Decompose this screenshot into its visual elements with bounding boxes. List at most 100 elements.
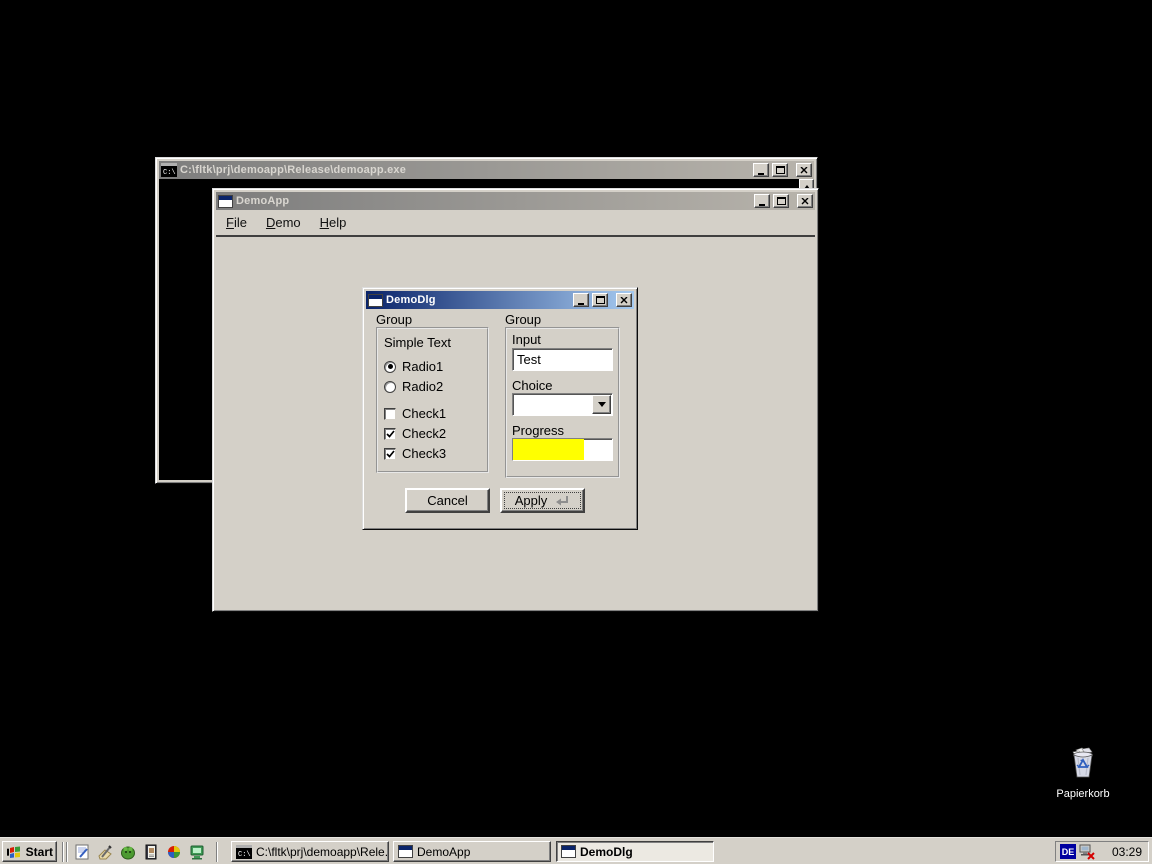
notepad-pen-icon[interactable] (71, 841, 92, 862)
quick-launch-bar (71, 841, 207, 862)
windows-logo-icon (6, 845, 22, 859)
apply-button[interactable]: Apply (500, 488, 585, 513)
svg-text:C:\: C:\ (163, 169, 176, 177)
console-titlebar[interactable]: C:\ C:\fltk\prj\demoapp\Release\demoapp.… (159, 161, 814, 179)
choice-dropdown[interactable] (512, 393, 613, 416)
task-button-console[interactable]: C:\ C:\fltk\prj\demoapp\Rele... (231, 841, 389, 862)
right-group-label: Group (505, 312, 541, 327)
window-icon (561, 845, 576, 858)
taskbar-divider (216, 842, 218, 862)
demoapp-maximize-button[interactable] (773, 194, 789, 208)
radio-radio2[interactable]: Radio2 (384, 379, 443, 394)
terminal-monitor-icon[interactable] (186, 841, 207, 862)
demoapp-title: DemoApp (236, 195, 751, 207)
system-tray: DE 03:29 (1055, 841, 1149, 862)
console-icon: C:\ (161, 163, 177, 177)
left-group-label: Group (376, 312, 412, 327)
keyboard-layout-indicator[interactable]: DE (1060, 844, 1076, 859)
close-icon (801, 198, 809, 205)
start-button[interactable]: Start (2, 841, 57, 862)
left-groupbox: Simple Text Radio1 Radio2 Check1 Check2 (376, 327, 489, 473)
checkbox-check1[interactable]: Check1 (384, 406, 446, 421)
radio-dot-1 (388, 364, 393, 369)
simple-text-label: Simple Text (384, 335, 451, 350)
menu-item-file[interactable]: File (226, 215, 247, 230)
choice-arrow-button[interactable] (592, 395, 611, 414)
color-ball-icon[interactable] (163, 841, 184, 862)
choice-value (513, 395, 516, 410)
menu-item-demo[interactable]: Demo (266, 215, 301, 230)
window-icon (368, 294, 383, 307)
recycle-bin-label: Papierkorb (1049, 788, 1117, 800)
right-groupbox: Input Choice Progress (505, 327, 620, 478)
demodlg-close-button[interactable] (616, 293, 632, 307)
apply-button-label: Apply (515, 493, 548, 508)
radio-icon (384, 381, 396, 393)
radio-icon (384, 361, 396, 373)
checkbox-check3[interactable]: Check3 (384, 446, 446, 461)
demodlg-title: DemoDlg (386, 294, 570, 306)
quick-launch-handle[interactable] (66, 842, 68, 862)
radio2-label: Radio2 (402, 379, 443, 394)
svg-text:C:\: C:\ (238, 851, 251, 859)
close-icon (800, 167, 808, 174)
green-creature-icon[interactable] (117, 841, 138, 862)
recycle-bin-icon (1066, 746, 1100, 780)
demoapp-menubar: File Demo Help (216, 210, 815, 237)
check-mark-3 (386, 450, 395, 458)
maximize-icon (776, 166, 785, 174)
desktop: { "desktop": { "background": "#000000", … (0, 0, 1152, 864)
check-mark-2 (386, 430, 395, 438)
maximize-icon (596, 296, 605, 304)
task-button-demodlg[interactable]: DemoDlg (556, 841, 714, 862)
console-close-button[interactable] (796, 163, 812, 177)
checkbox-icon (384, 408, 396, 420)
input-label: Input (512, 332, 541, 347)
task-label: DemoDlg (580, 845, 633, 859)
checkbox-icon (384, 428, 396, 440)
progress-label: Progress (512, 423, 564, 438)
radio1-label: Radio1 (402, 359, 443, 374)
minimize-icon (759, 204, 765, 206)
minimize-icon (758, 173, 764, 175)
address-book-icon[interactable] (140, 841, 161, 862)
check3-label: Check3 (402, 446, 446, 461)
demoapp-titlebar[interactable]: DemoApp (216, 192, 815, 210)
demoapp-minimize-button[interactable] (754, 194, 770, 208)
taskbar-clock: 03:29 (1112, 845, 1144, 859)
start-label: Start (26, 845, 53, 859)
console-maximize-button[interactable] (772, 163, 788, 177)
console-minimize-button[interactable] (753, 163, 769, 177)
progress-bar (512, 438, 613, 461)
network-disconnected-icon[interactable] (1079, 844, 1096, 860)
check2-label: Check2 (402, 426, 446, 441)
maximize-icon (777, 197, 786, 205)
window-icon (398, 845, 413, 858)
hand-pen-icon[interactable] (94, 841, 115, 862)
task-label: DemoApp (417, 845, 470, 859)
return-arrow-icon (553, 495, 570, 507)
check1-label: Check1 (402, 406, 446, 421)
window-icon (218, 195, 233, 208)
input-field[interactable] (512, 348, 613, 371)
demodlg-window: DemoDlg Group Simple Text Radio1 Radio2 (362, 287, 638, 530)
taskbar: Start C:\ C:\fltk\prj\demoapp\Rele... (0, 837, 1152, 864)
choice-label: Choice (512, 378, 552, 393)
taskbar-divider (62, 842, 64, 862)
checkbox-icon (384, 448, 396, 460)
demodlg-maximize-button[interactable] (592, 293, 608, 307)
task-label: C:\fltk\prj\demoapp\Rele... (256, 845, 389, 859)
demodlg-minimize-button[interactable] (573, 293, 589, 307)
recycle-bin-desktop-icon[interactable]: Papierkorb (1049, 746, 1117, 800)
console-icon: C:\ (236, 845, 252, 859)
menu-item-help[interactable]: Help (320, 215, 347, 230)
demodlg-titlebar[interactable]: DemoDlg (366, 291, 634, 309)
progress-fill (513, 439, 584, 460)
cancel-button[interactable]: Cancel (405, 488, 490, 513)
chevron-down-icon (598, 402, 606, 407)
demoapp-close-button[interactable] (797, 194, 813, 208)
checkbox-check2[interactable]: Check2 (384, 426, 446, 441)
radio-radio1[interactable]: Radio1 (384, 359, 443, 374)
minimize-icon (578, 303, 584, 305)
task-button-demoapp[interactable]: DemoApp (393, 841, 551, 862)
